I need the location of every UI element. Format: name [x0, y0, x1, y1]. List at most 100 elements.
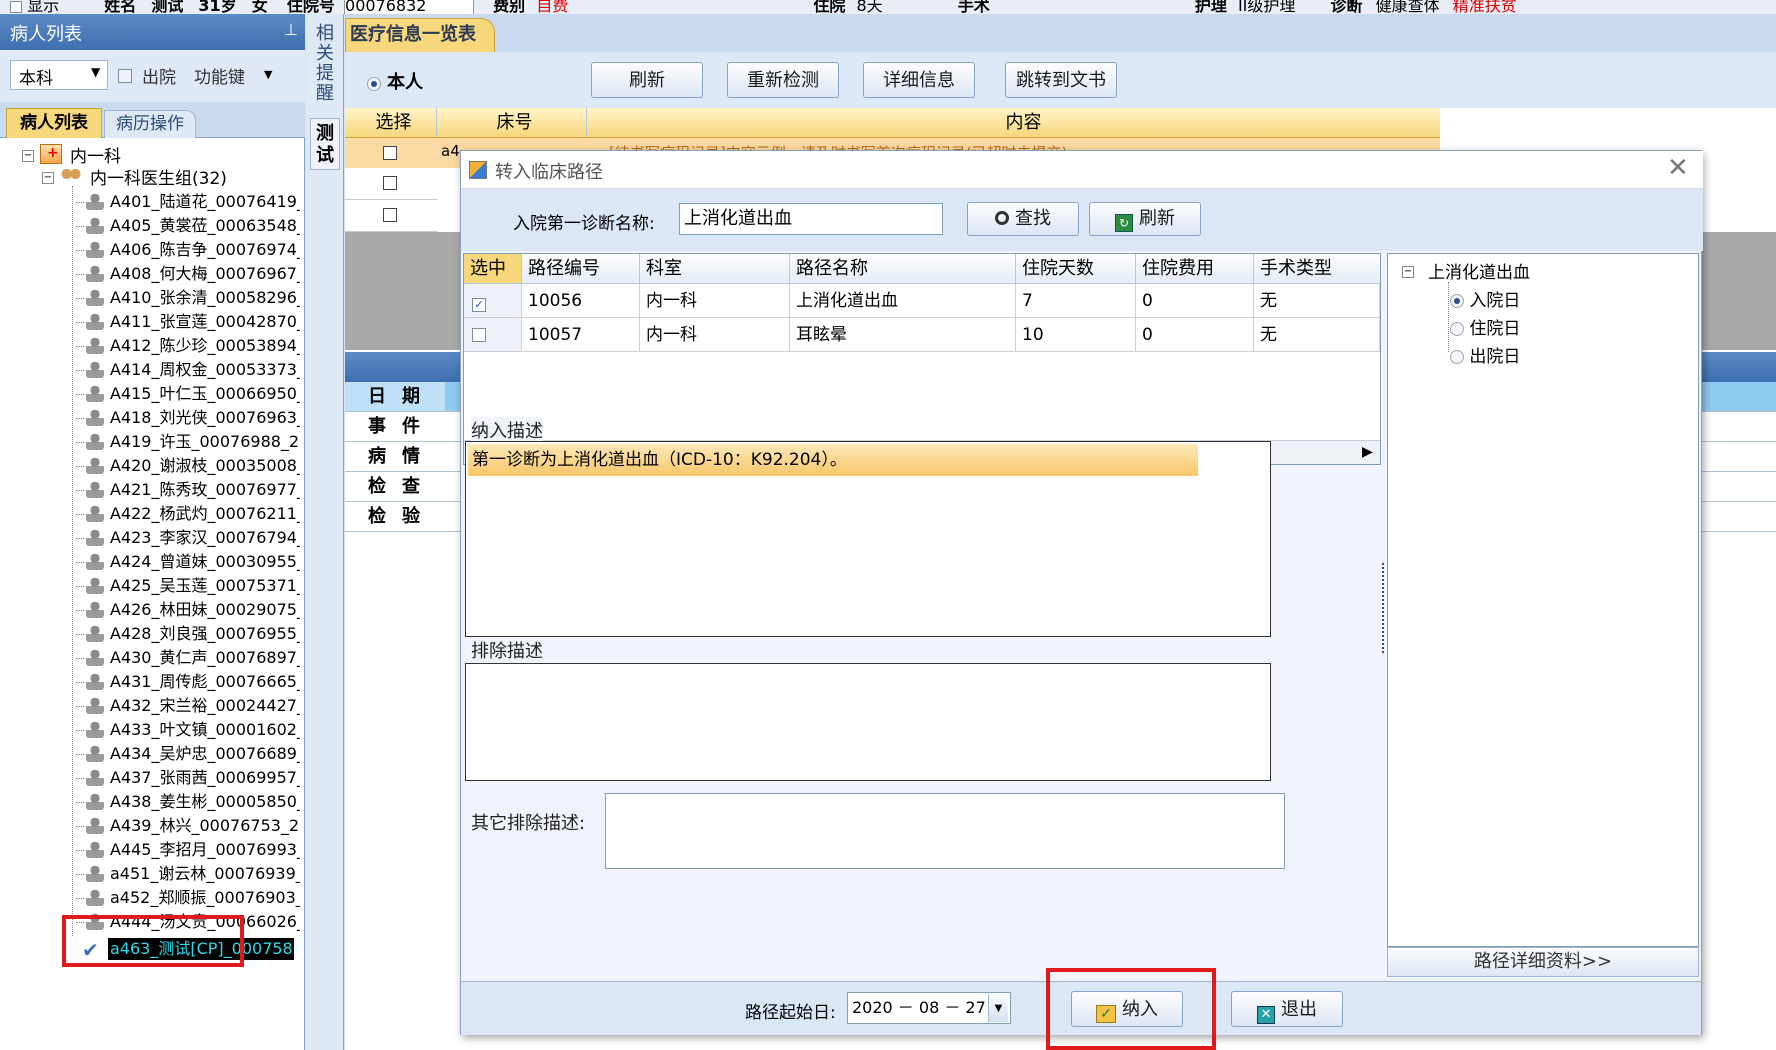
row-checkbox[interactable] [383, 146, 397, 160]
function-menu[interactable]: 功能键 [194, 63, 245, 88]
table-row[interactable] [345, 200, 437, 232]
col-path-name[interactable]: 路径名称 [790, 254, 1016, 283]
patient-list-item[interactable]: A420_谢淑枝_00035008_ [76, 454, 300, 478]
patient-label: A418_刘光侠_00076963_ [110, 408, 300, 427]
tree-group-label[interactable]: 内一科医生组(32) [90, 164, 227, 189]
tab-reminders[interactable]: 相关提醒 [312, 24, 338, 118]
patient-list-item[interactable]: A408_何大梅_00076967_ [76, 262, 300, 286]
patient-list-item[interactable]: A438_姜生彬_00005850_ [76, 790, 300, 814]
refresh-button[interactable]: 刷新 [591, 62, 703, 98]
row-select-cell[interactable] [464, 318, 522, 351]
patient-list-item[interactable]: A430_黄仁声_00076897_ [76, 646, 300, 670]
tab-patient-list[interactable]: 病人列表 [6, 108, 102, 138]
radio-admission-day[interactable] [1450, 294, 1464, 308]
patient-list-item[interactable]: A418_刘光侠_00076963_ [76, 406, 300, 430]
discharged-checkbox[interactable] [118, 69, 132, 83]
path-tree: − 上消化道出血 入院日 住院日 出院日 [1387, 253, 1699, 947]
patient-list-item[interactable]: a451_谢云林_00076939_ [76, 862, 300, 886]
row-checkbox[interactable] [383, 208, 397, 222]
exit-button[interactable]: ✕ 退出 [1231, 991, 1343, 1027]
close-icon[interactable]: ✕ [1667, 153, 1689, 183]
patient-list-item[interactable]: A406_陈吉争_00076974_ [76, 238, 300, 262]
patient-list-item[interactable]: A421_陈秀玫_00076977_ [76, 478, 300, 502]
collapse-icon[interactable]: − [22, 150, 34, 162]
table-row[interactable] [345, 168, 437, 200]
tree-item-stay[interactable]: 住院日 [1450, 314, 1520, 339]
row-checkbox[interactable] [383, 176, 397, 190]
patient-label: A410_张余清_00058296_ [110, 288, 300, 307]
patient-list-item[interactable]: A405_黄裳莅_00063548_ [76, 214, 300, 238]
grid-cell-surgery: 无 [1254, 284, 1380, 317]
patient-list-item[interactable]: A423_李家汉_00076794_ [76, 526, 300, 550]
start-date-picker[interactable]: 2020 － 08 － 27 ▼ [847, 992, 1011, 1024]
exclude-textarea[interactable] [465, 663, 1271, 781]
radio-self[interactable] [367, 77, 381, 91]
col-cost[interactable]: 住院费用 [1136, 254, 1254, 283]
chevron-down-icon[interactable]: ▼ [988, 994, 1008, 1022]
patient-list-item[interactable]: A411_张宣莲_00042870_ [76, 310, 300, 334]
patient-list-item[interactable]: a452_郑顺振_00076903_ [76, 886, 300, 910]
row-select-cell[interactable]: ✓ [464, 284, 522, 317]
patient-list-item[interactable]: A439_林兴_00076753_20 [76, 814, 300, 838]
radio-stay-day[interactable] [1450, 322, 1464, 336]
top-nursing-value: II级护理 [1237, 0, 1296, 14]
table-row[interactable]: ✓ 10056 内一科 上消化道出血 7 0 无 [464, 284, 1380, 318]
collapse-icon[interactable]: − [1402, 266, 1414, 278]
tree-item-admission[interactable]: 入院日 [1450, 286, 1520, 311]
cb-show[interactable] [10, 1, 22, 13]
unchecked-checkbox[interactable] [472, 328, 486, 342]
patient-list-item[interactable]: A419_许玉_00076988_20 [76, 430, 300, 454]
tab-test[interactable]: 测试 [310, 118, 340, 170]
dept-select[interactable]: 本科 ▼ [10, 60, 108, 90]
col-days[interactable]: 住院天数 [1016, 254, 1136, 283]
tab-medical-overview[interactable]: 医疗信息一览表 [345, 18, 495, 52]
path-detail-link[interactable]: 路径详细资料>> [1387, 947, 1699, 977]
patient-list-item[interactable]: A445_李招月_00076993_ [76, 838, 300, 862]
patient-list-item[interactable]: A412_陈少珍_00053894_ [76, 334, 300, 358]
patient-list-item[interactable]: A426_林田妹_00029075_ [76, 598, 300, 622]
diag-input[interactable]: 上消化道出血 [679, 203, 943, 235]
tree-connector [76, 490, 84, 491]
other-exclude-textarea[interactable] [605, 793, 1285, 869]
jump-to-doc-button[interactable]: 跳转到文书 [1005, 62, 1117, 98]
table-row[interactable]: 10057 内一科 耳眩晕 10 0 无 [464, 318, 1380, 352]
exit-button-label: 退出 [1281, 999, 1317, 1020]
patient-icon [86, 312, 104, 330]
patient-list-item[interactable]: A424_曾道妹_00030955_ [76, 550, 300, 574]
dialog-refresh-button[interactable]: ↻ 刷新 [1089, 202, 1201, 236]
patient-list-item[interactable]: A432_宋兰裕_00024427_ [76, 694, 300, 718]
search-button[interactable]: 查找 [967, 202, 1079, 236]
splitter-handle[interactable] [1381, 253, 1387, 947]
tree-item-discharge[interactable]: 出院日 [1450, 342, 1520, 367]
patient-list-item[interactable]: A410_张余清_00058296_ [76, 286, 300, 310]
patient-label: A411_张宣莲_00042870_ [110, 312, 300, 331]
col-content[interactable]: 内容 [601, 108, 1440, 137]
col-bed[interactable]: 床号 [437, 108, 587, 137]
details-button[interactable]: 详细信息 [863, 62, 975, 98]
tab-record-ops[interactable]: 病历操作 [104, 110, 196, 138]
patient-list-item[interactable]: A415_叶仁玉_00066950_ [76, 382, 300, 406]
patient-list-item[interactable]: A401_陆道花_00076419_ [76, 190, 300, 214]
patient-list-item[interactable]: A414_周权金_00053373_ [76, 358, 300, 382]
patient-list-item[interactable]: A425_吴玉莲_00075371_ [76, 574, 300, 598]
include-textarea[interactable]: 第一诊断为上消化道出血（ICD-10：K92.204）。 [465, 441, 1271, 637]
col-select[interactable]: 选择 [345, 108, 437, 137]
col-path-id[interactable]: 路径编号 [522, 254, 640, 283]
col-selected[interactable]: 选中 [464, 254, 522, 283]
collapse-icon[interactable]: − [42, 172, 54, 184]
scroll-right-icon[interactable]: ▶ [1362, 444, 1373, 460]
pin-icon[interactable]: ⊥ [284, 20, 298, 39]
tree-connector [76, 754, 84, 755]
radio-discharge-day[interactable] [1450, 350, 1464, 364]
checked-checkbox[interactable]: ✓ [472, 298, 486, 312]
patient-list-item[interactable]: A437_张雨茜_00069957_ [76, 766, 300, 790]
col-dept[interactable]: 科室 [640, 254, 790, 283]
col-surgery[interactable]: 手术类型 [1254, 254, 1380, 283]
patient-list-item[interactable]: A434_吴炉忠_00076689_ [76, 742, 300, 766]
patient-list-item[interactable]: A422_杨武灼_00076211_ [76, 502, 300, 526]
patient-list-item[interactable]: A433_叶文镇_00001602_ [76, 718, 300, 742]
path-tree-root[interactable]: 上消化道出血 [1428, 258, 1530, 283]
patient-list-item[interactable]: A431_周传彪_00076665_ [76, 670, 300, 694]
recheck-button[interactable]: 重新检测 [727, 62, 839, 98]
patient-list-item[interactable]: A428_刘良强_00076955_ [76, 622, 300, 646]
